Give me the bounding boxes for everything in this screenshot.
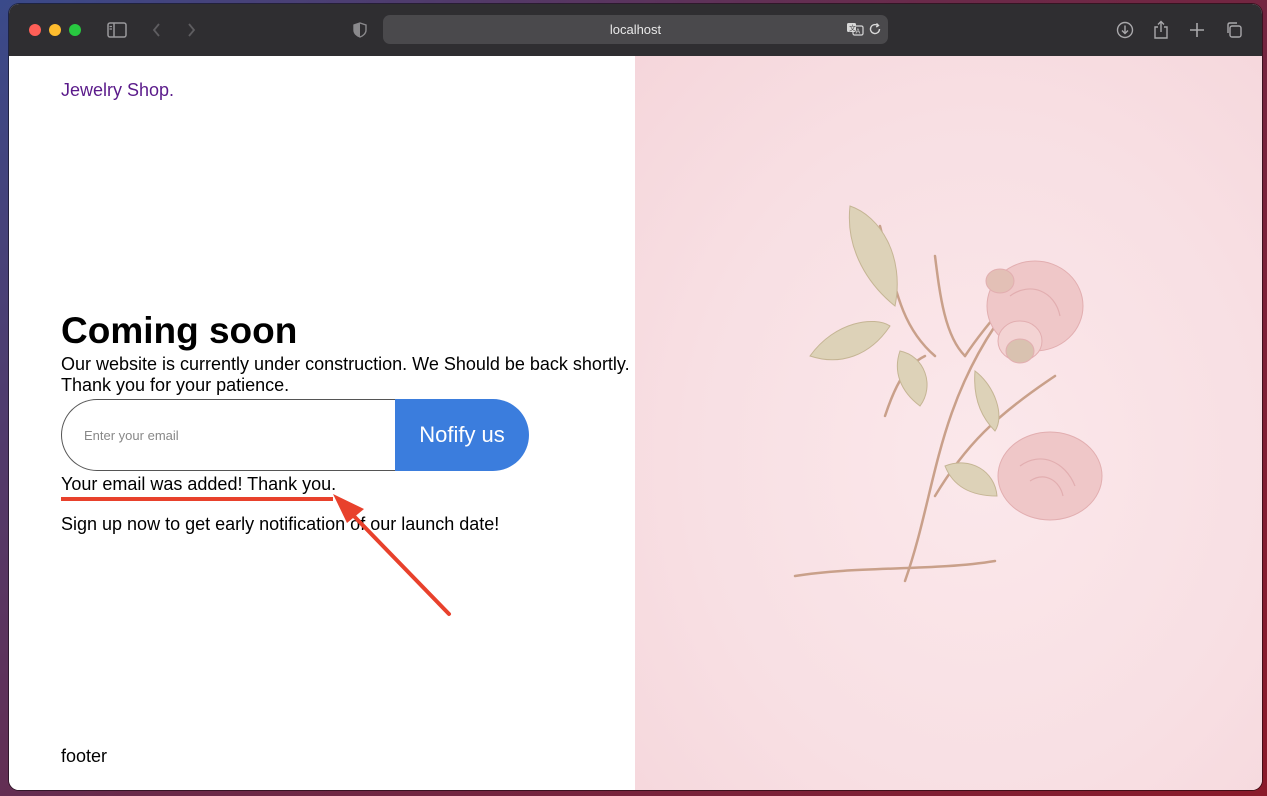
close-window-button[interactable]	[29, 24, 41, 36]
footer: footer	[61, 746, 108, 766]
reload-icon[interactable]	[863, 17, 887, 41]
page-subtitle: Our website is currently under construct…	[61, 354, 651, 396]
share-icon[interactable]	[1149, 18, 1173, 42]
new-tab-icon[interactable]	[1185, 18, 1209, 42]
subtitle-line-1: Our website is currently under construct…	[61, 354, 630, 374]
zoom-window-button[interactable]	[69, 24, 81, 36]
success-message: Your email was added! Thank you.	[61, 474, 337, 494]
subtitle-line-2: Thank you for your patience.	[61, 375, 290, 395]
hero-image	[635, 56, 1262, 790]
notify-button[interactable]: Nofify us	[395, 399, 529, 471]
left-panel: Jewelry Shop. Coming soon Our website is…	[9, 56, 635, 790]
download-icon[interactable]	[1113, 18, 1137, 42]
signup-text: Sign up now to get early notification of…	[61, 514, 500, 534]
annotation-underline	[61, 497, 333, 501]
svg-text:A: A	[856, 28, 861, 36]
brand-link[interactable]: Jewelry Shop.	[61, 80, 174, 101]
minimize-window-button[interactable]	[49, 24, 61, 36]
page-title: Coming soon	[61, 310, 298, 351]
back-icon[interactable]	[145, 18, 169, 42]
address-bar[interactable]: localhost 文A	[383, 15, 888, 44]
browser-window: localhost 文A Jewelry Shop. Coming soon O…	[9, 4, 1262, 790]
sidebar-toggle-icon[interactable]	[105, 18, 129, 42]
notify-form: Nofify us	[61, 399, 529, 471]
tab-overview-icon[interactable]	[1222, 18, 1246, 42]
rose-illustration	[793, 205, 1103, 583]
browser-toolbar: localhost 文A	[9, 4, 1262, 57]
address-text: localhost	[609, 22, 662, 37]
privacy-shield-icon[interactable]	[348, 18, 372, 42]
email-input[interactable]	[61, 399, 396, 471]
page-content: Jewelry Shop. Coming soon Our website is…	[9, 56, 1262, 790]
forward-icon[interactable]	[179, 18, 203, 42]
